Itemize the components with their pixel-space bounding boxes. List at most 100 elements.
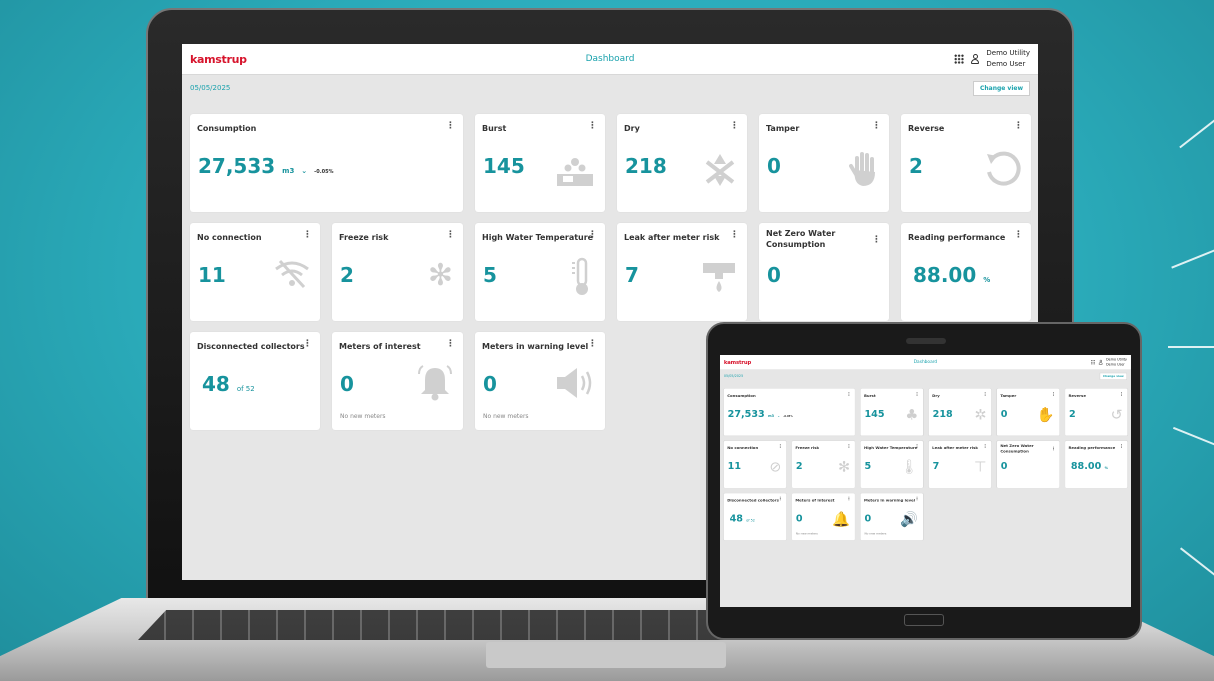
reading-unit: % — [1104, 466, 1108, 471]
meters-warning-card[interactable]: Meters in warning level ⋮ 0 No new meter… — [475, 332, 605, 430]
laptop-trackpad — [486, 642, 726, 668]
kebab-menu-icon[interactable]: ⋮ — [588, 230, 597, 240]
consumption-card[interactable]: Consumption ⋮ 27,533 m3 ⌄ -0.05% — [190, 114, 463, 212]
card-title: Meters of interest — [339, 342, 421, 351]
dry-card[interactable]: Dry ⋮ 218 — [617, 114, 747, 212]
card-title: Freeze risk — [339, 233, 389, 242]
kebab-menu-icon[interactable]: ⋮ — [778, 444, 782, 449]
kebab-menu-icon[interactable]: ⋮ — [446, 339, 455, 349]
kebab-menu-icon[interactable]: ⋮ — [1014, 121, 1023, 131]
tablet-screen: kamstrup Dashboard Demo Utility Demo Use… — [720, 355, 1131, 607]
meters-of-interest-card[interactable]: Meters of interest ⋮ 0 🔔 No new meters — [792, 493, 855, 541]
change-view-button[interactable]: Change view — [972, 80, 1030, 96]
disconnected-collectors-card[interactable]: Disconnected collectors ⋮ 48 of 52 — [190, 332, 320, 430]
kebab-menu-icon[interactable]: ⋮ — [778, 497, 782, 502]
reading-performance-card[interactable]: Reading performance ⋮ 88.00 % — [1065, 440, 1128, 488]
collectors-suffix: of 52 — [236, 385, 255, 393]
no-wifi-icon — [275, 259, 309, 289]
date-label[interactable]: 05/05/2025 — [190, 84, 230, 92]
reverse-card[interactable]: Reverse ⋮ 2 ↺ — [1065, 388, 1128, 436]
disconnected-collectors-card[interactable]: Disconnected collectors ⋮ 48 of 52 — [723, 493, 787, 541]
burst-card[interactable]: Burst ⋮ 145 — [475, 114, 605, 212]
burst-card[interactable]: Burst ⋮ 145 ♣ — [860, 388, 924, 436]
card-title: Freeze risk — [795, 445, 820, 451]
kebab-menu-icon[interactable]: ⋮ — [915, 444, 919, 449]
no-connection-card[interactable]: No connection ⋮ 11 ⊘ — [723, 440, 787, 488]
high-temp-card[interactable]: High Water Temperature ⋮ 5 — [475, 223, 605, 321]
net-zero-card[interactable]: Net Zero Water Consumption ⋮ 0 — [759, 223, 889, 321]
tamper-card[interactable]: Tamper ⋮ 0 ✋ — [996, 388, 1060, 436]
burst-icon: ♣ — [905, 406, 919, 424]
kebab-menu-icon[interactable]: ⋮ — [303, 339, 312, 349]
net-zero-value: 0 — [767, 263, 781, 287]
kebab-menu-icon[interactable]: ⋮ — [1014, 230, 1023, 240]
card-title: High Water Temperature — [482, 233, 594, 242]
user-info[interactable]: Demo Utility Demo User — [986, 48, 1030, 70]
kebab-menu-icon[interactable]: ⋮ — [730, 121, 739, 131]
card-title: High Water Temperature — [864, 445, 918, 451]
date-label[interactable]: 05/05/2025 — [724, 374, 743, 378]
interest-value: 0 — [340, 372, 354, 396]
kebab-menu-icon[interactable]: ⋮ — [588, 339, 597, 349]
user-info[interactable]: Demo Utility Demo User — [1106, 357, 1127, 368]
net-zero-card[interactable]: Net Zero Water Consumption ⋮ 0 — [996, 440, 1060, 488]
user-icon[interactable] — [970, 53, 980, 65]
meters-of-interest-card[interactable]: Meters of interest ⋮ 0 No new meters — [332, 332, 463, 430]
decorative-ray — [1179, 547, 1214, 580]
card-title: Tamper — [766, 124, 800, 133]
card-title: Burst — [864, 393, 876, 398]
reverse-icon: ↺ — [1110, 406, 1123, 424]
change-view-button[interactable]: Change view — [1099, 372, 1128, 380]
bell-icon — [418, 365, 452, 401]
kebab-menu-icon[interactable]: ⋮ — [847, 392, 851, 397]
card-title: Tamper — [1000, 393, 1017, 398]
no-wifi-icon: ⊘ — [769, 458, 782, 476]
card-title: Dry — [932, 393, 940, 398]
card-title: Net Zero Water Consumption — [766, 229, 836, 249]
kebab-menu-icon[interactable]: ⋮ — [303, 230, 312, 240]
kebab-menu-icon[interactable]: ⋮ — [847, 444, 851, 449]
kebab-menu-icon[interactable]: ⋮ — [1051, 392, 1055, 397]
consumption-trend: -0.05% — [783, 415, 793, 418]
meters-warning-card[interactable]: Meters in warning level ⋮ 0 🔊 No new met… — [860, 493, 924, 541]
kebab-menu-icon[interactable]: ⋮ — [1119, 444, 1123, 449]
freeze-risk-card[interactable]: Freeze risk ⋮ 2 ✻ — [332, 223, 463, 321]
consumption-card[interactable]: Consumption ⋮ 27,533 m3 ⌄ -0.05% — [723, 388, 855, 436]
page-title: Dashboard — [913, 359, 938, 365]
tamper-value: 0 — [1000, 407, 1008, 420]
kebab-menu-icon[interactable]: ⋮ — [872, 121, 881, 131]
kebab-menu-icon[interactable]: ⋮ — [847, 497, 851, 502]
tamper-card[interactable]: Tamper ⋮ 0 — [759, 114, 889, 212]
warning-value: 0 — [864, 512, 872, 524]
kebab-menu-icon[interactable]: ⋮ — [730, 230, 739, 240]
kebab-menu-icon[interactable]: ⋮ — [446, 121, 455, 131]
apps-grid-icon[interactable] — [1090, 359, 1096, 365]
reading-performance-card[interactable]: Reading performance ⋮ 88.00 % — [901, 223, 1031, 321]
apps-grid-icon[interactable] — [954, 54, 965, 64]
reverse-card[interactable]: Reverse ⋮ 2 — [901, 114, 1031, 212]
kebab-menu-icon[interactable]: ⋮ — [983, 392, 987, 397]
consumption-number: 27,533 — [198, 154, 276, 178]
leak-value: 7 — [932, 460, 940, 472]
user-icon[interactable] — [1098, 359, 1103, 365]
kebab-menu-icon[interactable]: ⋮ — [1119, 392, 1123, 397]
dry-card[interactable]: Dry ⋮ 218 ✲ — [928, 388, 992, 436]
kebab-menu-icon[interactable]: ⋮ — [446, 230, 455, 240]
kebab-menu-icon[interactable]: ⋮ — [915, 497, 919, 502]
kebab-menu-icon[interactable]: ⋮ — [872, 235, 881, 245]
leak-card[interactable]: Leak after meter risk ⋮ 7 ⊤ — [928, 440, 992, 488]
burst-icon — [557, 158, 593, 186]
reading-unit: % — [983, 276, 991, 284]
freeze-risk-card[interactable]: Freeze risk ⋮ 2 ✻ — [792, 440, 855, 488]
no-connection-card[interactable]: No connection ⋮ 11 — [190, 223, 320, 321]
kebab-menu-icon[interactable]: ⋮ — [1051, 447, 1055, 452]
kebab-menu-icon[interactable]: ⋮ — [983, 444, 987, 449]
high-temp-card[interactable]: High Water Temperature ⋮ 5 🌡 — [860, 440, 924, 488]
kebab-menu-icon[interactable]: ⋮ — [588, 121, 597, 131]
leak-card[interactable]: Leak after meter risk ⋮ 7 — [617, 223, 747, 321]
consumption-value: 27,533 m3 ⌄ -0.05% — [198, 154, 334, 178]
user-name: Demo User — [986, 60, 1026, 68]
kebab-menu-icon[interactable]: ⋮ — [915, 392, 919, 397]
card-title: No connection — [197, 233, 262, 242]
snowflake-icon: ✻ — [838, 458, 851, 476]
